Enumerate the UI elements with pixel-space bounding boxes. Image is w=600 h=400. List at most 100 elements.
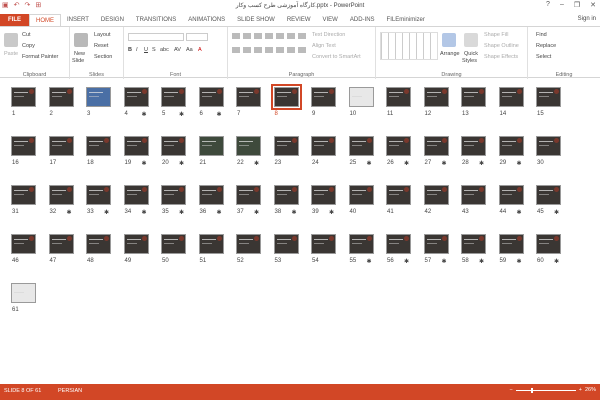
slide-thumbnail[interactable]	[161, 87, 186, 107]
find-button[interactable]: Find	[536, 32, 547, 38]
slide-thumbnail[interactable]	[386, 136, 411, 156]
animation-indicator-icon[interactable]: ✱	[104, 209, 109, 216]
animation-indicator-icon[interactable]: ✱	[554, 258, 559, 265]
tab-view[interactable]: VIEW	[317, 14, 344, 26]
slide-thumbnail[interactable]	[161, 185, 186, 205]
slide-thumbnail[interactable]	[461, 234, 486, 254]
slide-thumbnail[interactable]	[236, 87, 261, 107]
tab-design[interactable]: DESIGN	[95, 14, 130, 26]
arrange-icon[interactable]	[442, 33, 456, 47]
zoom-in-icon[interactable]: +	[579, 387, 582, 393]
tab-transitions[interactable]: TRANSITIONS	[130, 14, 182, 26]
slide-thumbnail[interactable]	[348, 87, 374, 107]
slide-thumbnail[interactable]	[311, 87, 336, 107]
slide-thumbnail[interactable]	[423, 234, 449, 254]
slide-thumbnail[interactable]	[311, 185, 336, 205]
tab-animations[interactable]: ANIMATIONS	[182, 14, 231, 26]
language-indicator[interactable]: PERSIAN	[58, 388, 82, 394]
quick-styles-button[interactable]: Quick	[464, 51, 478, 57]
cut-button[interactable]: Cut	[22, 32, 31, 38]
slide-thumbnail[interactable]	[123, 136, 149, 156]
tab-file[interactable]: FILE	[0, 14, 29, 26]
slide-thumbnail[interactable]	[386, 185, 411, 205]
animation-indicator-icon[interactable]: ✱	[254, 209, 259, 216]
animation-indicator-icon[interactable]: ✱	[292, 209, 297, 216]
change-case-button[interactable]: Aa	[186, 47, 193, 53]
animation-indicator-icon[interactable]: ✱	[517, 209, 522, 216]
shape-outline-button[interactable]: Shape Outline	[484, 43, 519, 49]
animation-indicator-icon[interactable]: ✱	[142, 111, 147, 118]
slide-thumbnail[interactable]	[423, 185, 449, 205]
animation-indicator-icon[interactable]: ✱	[442, 258, 447, 265]
shape-effects-button[interactable]: Shape Effects	[484, 54, 518, 60]
animation-indicator-icon[interactable]: ✱	[404, 160, 409, 167]
slide-thumbnail[interactable]	[123, 87, 149, 107]
text-direction-button[interactable]: Text Direction	[312, 32, 345, 38]
font-name-box[interactable]	[128, 33, 184, 41]
animation-indicator-icon[interactable]: ✱	[217, 209, 222, 216]
animation-indicator-icon[interactable]: ✱	[367, 160, 372, 167]
slide-thumbnail[interactable]	[236, 185, 261, 205]
arrange-button[interactable]: Arrange	[440, 51, 460, 57]
slide-thumbnail[interactable]	[498, 136, 524, 156]
slide-thumbnail[interactable]	[11, 185, 36, 205]
slide-thumbnail[interactable]	[48, 136, 74, 156]
slide-thumbnail[interactable]	[86, 185, 111, 205]
zoom-level[interactable]: 26%	[585, 387, 596, 393]
animation-indicator-icon[interactable]: ✱	[254, 160, 259, 167]
slide-thumbnail[interactable]	[311, 234, 336, 254]
slide-thumbnail[interactable]	[48, 185, 74, 205]
animation-indicator-icon[interactable]: ✱	[179, 209, 184, 216]
minimize-button[interactable]: –	[560, 1, 564, 9]
animation-indicator-icon[interactable]: ✱	[179, 111, 184, 118]
animation-indicator-icon[interactable]: ✱	[517, 258, 522, 265]
help-button[interactable]: ?	[546, 1, 550, 9]
slide-thumbnail[interactable]	[236, 136, 261, 156]
zoom-slider-thumb[interactable]	[531, 387, 534, 393]
slide-thumbnail[interactable]	[423, 87, 449, 107]
slide-thumbnail[interactable]	[161, 136, 186, 156]
animation-indicator-icon[interactable]: ✱	[479, 258, 484, 265]
slide-thumbnail[interactable]	[270, 84, 302, 110]
slide-thumbnail[interactable]	[498, 234, 524, 254]
format-painter-button[interactable]: Format Painter	[22, 54, 58, 60]
slide-thumbnail[interactable]	[536, 234, 561, 254]
animation-indicator-icon[interactable]: ✱	[142, 209, 147, 216]
tab-home[interactable]: HOME	[29, 14, 61, 26]
animation-indicator-icon[interactable]: ✱	[329, 209, 334, 216]
tab-fileminimizer[interactable]: FILEminimizer	[381, 14, 431, 26]
animation-indicator-icon[interactable]: ✱	[404, 258, 409, 265]
align-buttons[interactable]	[232, 47, 306, 53]
slide-thumbnail[interactable]	[461, 185, 486, 205]
slide-thumbnail[interactable]	[536, 136, 561, 156]
slide-thumbnail[interactable]	[161, 234, 186, 254]
slide-thumbnail[interactable]	[498, 185, 524, 205]
slide-thumbnail[interactable]	[273, 185, 299, 205]
font-color-button[interactable]: A	[198, 47, 202, 53]
slide-thumbnail[interactable]	[198, 136, 224, 156]
slide-thumbnail[interactable]	[11, 136, 36, 156]
reset-button[interactable]: Reset	[94, 43, 108, 49]
close-button[interactable]: ✕	[590, 1, 596, 9]
shadow-button[interactable]: S	[152, 47, 156, 53]
replace-button[interactable]: Replace	[536, 43, 556, 49]
slide-thumbnail[interactable]	[86, 234, 111, 254]
tab-insert[interactable]: INSERT	[61, 14, 95, 26]
zoom-slider[interactable]	[515, 387, 576, 393]
slide-thumbnail[interactable]	[236, 234, 261, 254]
strikethrough-button[interactable]: abc	[160, 47, 169, 53]
slide-thumbnail[interactable]	[11, 234, 36, 254]
underline-button[interactable]: U	[144, 47, 148, 53]
section-button[interactable]: Section	[94, 54, 112, 60]
zoom-out-icon[interactable]: −	[510, 387, 513, 393]
animation-indicator-icon[interactable]: ✱	[142, 160, 147, 167]
animation-indicator-icon[interactable]: ✱	[217, 111, 222, 118]
slide-thumbnail[interactable]	[86, 136, 111, 156]
bold-button[interactable]: B	[128, 47, 132, 53]
slide-thumbnail[interactable]	[123, 185, 149, 205]
slide-thumbnail[interactable]	[311, 136, 336, 156]
slide-thumbnail[interactable]	[498, 87, 524, 107]
slide-thumbnail[interactable]	[423, 136, 449, 156]
slide-thumbnail[interactable]	[461, 87, 486, 107]
slide-thumbnail[interactable]	[536, 185, 561, 205]
